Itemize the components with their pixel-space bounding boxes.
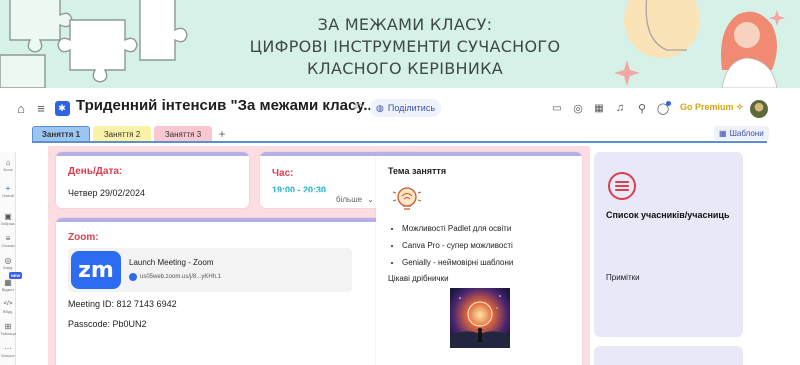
- top-toolbar: ⌂ ≡ ✱ Триденний інтенсив "За межами клас…: [0, 94, 800, 122]
- avatar[interactable]: [750, 100, 768, 118]
- notifications-icon[interactable]: ◯: [657, 94, 672, 122]
- undo-icon[interactable]: ↶: [352, 94, 364, 122]
- page-icon[interactable]: ▭: [551, 94, 563, 122]
- date-card-title: День/Дата:: [68, 166, 123, 177]
- topic-card[interactable]: Тема заняття Можливості Padlet для освіт…: [376, 152, 582, 365]
- sidebar-item-embed[interactable]: </> Вбуд.: [0, 300, 16, 314]
- cosmic-illustration[interactable]: [450, 288, 510, 348]
- participants-title: Список учасників/учасниць: [606, 210, 730, 220]
- zoom-favicon-icon: [129, 273, 137, 281]
- puzzle-illustration: [0, 0, 188, 88]
- templates-icon: ▦: [719, 128, 727, 138]
- zoom-link-preview[interactable]: zm Launch Meeting - Zoom us05web.zoom.us…: [68, 248, 352, 292]
- banner-line-1: ЗА МЕЖАМИ КЛАСУ:: [317, 15, 493, 34]
- lightbulb-illustration: [614, 0, 785, 88]
- sidebar-item-label: Списки: [1, 243, 15, 248]
- extra-label: Цікаві дрібнички: [388, 274, 449, 283]
- bell-icon[interactable]: ♫: [614, 94, 626, 122]
- brain-bulb-icon: [392, 187, 422, 210]
- list-item: Genially - неймовірні шаблони: [402, 254, 513, 271]
- calendar-icon[interactable]: ▦: [593, 94, 605, 122]
- menu-icon[interactable]: ≡: [34, 94, 48, 122]
- list-icon: [608, 172, 636, 200]
- list-item: Canva Pro - супер можливості: [402, 237, 513, 254]
- zoom-link-url: us05web.zoom.us/j/8...yKHh.1: [140, 274, 222, 280]
- list-icon: ≡: [5, 234, 11, 243]
- zoom-card[interactable]: Zoom: zm Launch Meeting - Zoom us05web.z…: [56, 218, 414, 365]
- home-icon[interactable]: ⌂: [14, 94, 28, 122]
- add-tab-button[interactable]: +: [215, 126, 229, 142]
- block-icon: ⌂: [5, 158, 11, 167]
- globe-icon: ◍: [376, 102, 384, 113]
- sidebar-item-lists[interactable]: ≡ Списки: [0, 234, 16, 248]
- sidebar-item-label: Таблиця: [0, 331, 16, 336]
- tab-bar: Заняття 1 Заняття 2 Заняття 3 +: [32, 126, 229, 142]
- vertical-scrollbar[interactable]: [790, 146, 796, 365]
- banner-line-3: КЛАСНОГО КЕРІВНИКА: [306, 59, 504, 78]
- more-icon: ···: [4, 344, 12, 353]
- sidebar-item-label: Більше: [1, 353, 15, 358]
- check-circle-icon[interactable]: ◎: [572, 94, 584, 122]
- time-card-title: Час:: [272, 168, 294, 179]
- image-icon: ▣: [4, 212, 12, 221]
- app-logo-icon[interactable]: ✱: [54, 94, 70, 122]
- sidebar-item-new[interactable]: + Новий: [0, 184, 16, 198]
- topic-card-title: Тема заняття: [388, 166, 447, 176]
- share-label: Поділитись: [387, 103, 436, 113]
- secondary-card[interactable]: [594, 346, 743, 365]
- chevron-down-icon: ⌄: [367, 195, 374, 204]
- zoom-link-title: Launch Meeting - Zoom: [129, 258, 214, 267]
- header-banner: ЗА МЕЖАМИ КЛАСУ: ЦИФРОВІ ІНСТРУМЕНТИ СУЧ…: [0, 0, 800, 88]
- sidebar-item-image[interactable]: ▣ Зображ.: [0, 212, 16, 226]
- tab-underline: [32, 141, 767, 143]
- zoom-card-title: Zoom:: [68, 232, 99, 243]
- code-icon: </>: [3, 301, 13, 307]
- more-options-icon[interactable]: ···: [335, 94, 348, 122]
- sidebar-item-more[interactable]: ··· Більше: [0, 344, 16, 358]
- widget-icon: ▦: [4, 278, 12, 287]
- zoom-link-url-row: us05web.zoom.us/j/8...yKHh.1: [129, 273, 221, 281]
- search-icon[interactable]: ⚲: [636, 94, 648, 122]
- show-more-label: більше: [336, 195, 363, 204]
- templates-label: Шаблони: [729, 128, 764, 138]
- topic-list: Можливості Padlet для освіти Canva Pro -…: [402, 220, 513, 271]
- new-badge: NEW: [9, 272, 23, 279]
- sidebar-item-label: Новий: [2, 193, 14, 198]
- banner-line-2: ЦИФРОВІ ІНСТРУМЕНТИ СУЧАСНОГО: [249, 37, 561, 56]
- passcode: Passcode: Pb0UN2: [68, 319, 147, 329]
- templates-button[interactable]: ▦ Шаблони: [714, 126, 769, 140]
- card-header-bar: [56, 218, 414, 222]
- banner-title: ЗА МЕЖАМИ КЛАСУ: ЦИФРОВІ ІНСТРУМЕНТИ СУЧ…: [200, 14, 610, 80]
- date-value: Четвер 29/02/2024: [68, 188, 146, 198]
- sidebar-item-widget[interactable]: ▦ Віджет: [0, 278, 16, 292]
- tab-lesson-2[interactable]: Заняття 2: [93, 126, 151, 142]
- show-more-button[interactable]: більше ⌄: [336, 195, 374, 204]
- sidebar-item-table[interactable]: ⊞ Таблиця: [0, 322, 16, 336]
- meeting-id: Meeting ID: 812 7143 6942: [68, 299, 177, 309]
- share-button[interactable]: ◍ Поділитись: [370, 99, 442, 117]
- zoom-logo-icon: zm: [71, 251, 121, 289]
- table-icon: ⊞: [4, 322, 12, 331]
- tab-lesson-1[interactable]: Заняття 1: [32, 126, 90, 142]
- tab-lesson-3[interactable]: Заняття 3: [154, 126, 212, 142]
- card-header-bar: [56, 152, 249, 156]
- sidebar-item-label: Зображ.: [0, 221, 16, 226]
- left-sidebar: ⌂ Блок + Новий ▣ Зображ. ≡ Списки ◎ Завд. ▦ Ві…: [0, 152, 23, 365]
- sidebar-item-label: Завд.: [2, 265, 14, 270]
- participants-card[interactable]: Список учасників/учасниць Примітки: [594, 152, 743, 337]
- date-card[interactable]: День/Дата: Четвер 29/02/2024: [56, 152, 249, 208]
- sidebar-item-label: Блок: [3, 167, 13, 172]
- sidebar-item-label: Віджет: [1, 287, 15, 292]
- sidebar-item-label: Вбуд.: [2, 309, 14, 314]
- plus-icon: +: [5, 184, 11, 193]
- task-icon: ◎: [4, 256, 12, 265]
- list-item: Можливості Padlet для освіти: [402, 220, 513, 237]
- sidebar-item-block[interactable]: ⌂ Блок: [0, 158, 16, 172]
- card-header-bar: [376, 152, 582, 156]
- sidebar-item-tasks[interactable]: ◎ Завд.: [0, 256, 16, 270]
- go-premium-button[interactable]: Go Premium ✧: [680, 102, 744, 113]
- notes-label: Примітки: [606, 273, 640, 282]
- board-canvas: День/Дата: Четвер 29/02/2024 Час: 19:00 …: [48, 146, 590, 365]
